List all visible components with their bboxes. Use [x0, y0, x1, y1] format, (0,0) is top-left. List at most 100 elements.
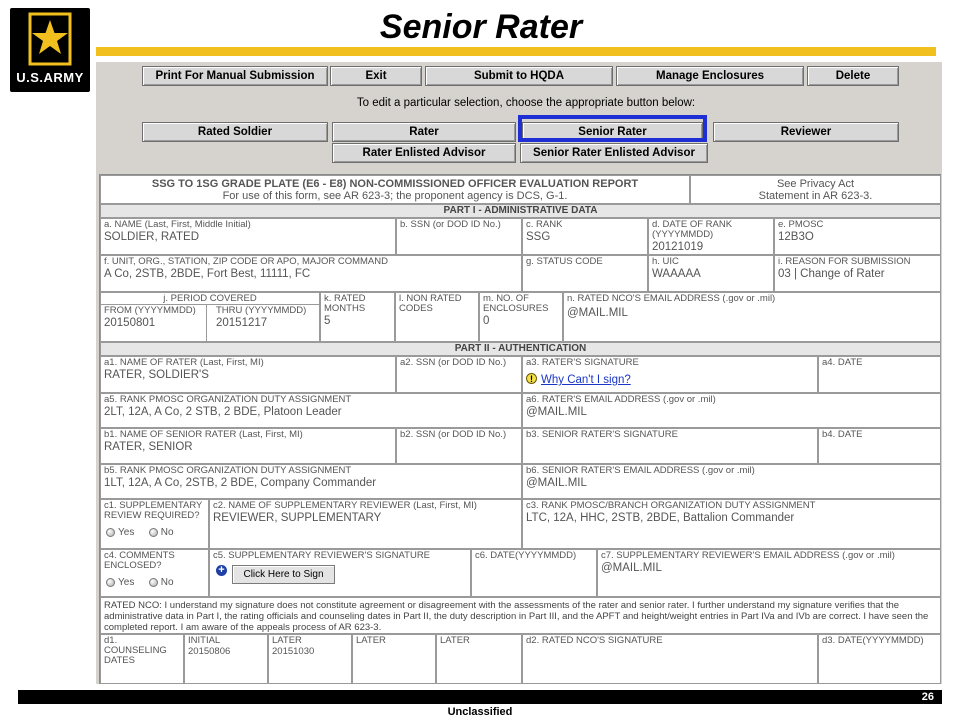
print-manual-button[interactable]: Print For Manual Submission — [142, 66, 328, 86]
rater-signature-cell: a3. RATER'S SIGNATURE ! Why Can't I sign? — [522, 356, 818, 393]
unit-label: f. UNIT, ORG., STATION, ZIP CODE OR APO,… — [104, 256, 388, 267]
footer-bar: 26 — [18, 690, 942, 704]
supplementary-review-label: c1. SUPPLEMENTARY REVIEW REQUIRED? — [104, 500, 203, 521]
form-title-cell: SSG TO 1SG GRADE PLATE (E6 - E8) NON-COM… — [100, 175, 690, 204]
rater-ssn-label: a2. SSN (or DOD ID No.) — [400, 357, 507, 368]
evaluation-app: Print For Manual Submission Exit Submit … — [96, 62, 942, 684]
rank-label: c. RANK — [526, 219, 563, 230]
gold-divider — [96, 47, 936, 56]
privacy-line-2: Statement in AR 623-3. — [758, 190, 873, 202]
tab-rater[interactable]: Rater — [332, 122, 516, 142]
senior-rater-signature-cell: b3. SENIOR RATER'S SIGNATURE — [522, 428, 818, 464]
senior-rater-name-label: b1. NAME OF SENIOR RATER (Last, First, M… — [104, 429, 303, 440]
period-label: j. PERIOD COVERED — [101, 293, 319, 305]
later-counseling-cell-2: LATER — [352, 634, 436, 684]
senior-rater-email-value: @MAIL.MIL — [526, 477, 587, 489]
nco-email-value: @MAIL.MIL — [567, 307, 628, 319]
form-title: SSG TO 1SG GRADE PLATE (E6 - E8) NON-COM… — [151, 178, 639, 190]
senior-rater-assignment-value: 1LT, 12A, A Co, 2STB, 2 BDE, Company Com… — [104, 477, 377, 489]
senior-rater-ssn-label: b2. SSN (or DOD ID No.) — [400, 429, 507, 440]
nco-date-cell: d3. DATE(YYYYMMDD) — [818, 634, 941, 684]
reason-value: 03 | Change of Rater — [778, 268, 885, 280]
nco-email-label: n. RATED NCO'S EMAIL ADDRESS (.gov or .m… — [567, 293, 776, 304]
ncoer-form: SSG TO 1SG GRADE PLATE (E6 - E8) NON-COM… — [99, 174, 941, 684]
nco-statement-text: RATED NCO: I understand my signature doe… — [104, 600, 929, 633]
why-cant-i-sign-link[interactable]: Why Can't I sign? — [541, 374, 631, 386]
supplementary-signature-cell: c5. SUPPLEMENTARY REVIEWER'S SIGNATURE +… — [209, 549, 471, 597]
submit-hqda-button[interactable]: Submit to HQDA — [425, 66, 613, 86]
comments-no-radio[interactable] — [148, 578, 158, 588]
nco-date-label: d3. DATE(YYYYMMDD) — [822, 635, 924, 646]
tab-rated-soldier[interactable]: Rated Soldier — [142, 122, 328, 142]
supplementary-reviewer-assignment-cell: c3. RANK PMOSC/BRANCH ORGANIZATION DUTY … — [522, 499, 941, 549]
tab-senior-rater-enlisted-advisor[interactable]: Senior Rater Enlisted Advisor — [520, 143, 708, 163]
dor-label: d. DATE OF RANK (YYYYMMDD) — [652, 219, 733, 240]
enclosures-cell: m. NO. OF ENCLOSURES 0 — [479, 292, 563, 342]
pmosc-value: 12B3O — [778, 231, 814, 243]
senior-rater-signature-label: b3. SENIOR RATER'S SIGNATURE — [526, 429, 678, 440]
click-here-to-sign-button[interactable]: Click Here to Sign — [232, 565, 335, 584]
warning-icon: ! — [526, 373, 537, 385]
status-label: g. STATUS CODE — [526, 256, 603, 267]
rater-date-cell: a4. DATE — [818, 356, 941, 393]
later-label-1: LATER — [272, 635, 302, 646]
privacy-line-1: See Privacy Act — [776, 178, 855, 190]
name-cell: a. NAME (Last, First, Middle Initial) SO… — [100, 218, 396, 255]
from-label: FROM (YYYYMMDD) — [104, 305, 196, 316]
pmosc-cell: e. PMOSC 12B3O — [774, 218, 941, 255]
senior-rater-date-cell: b4. DATE — [818, 428, 941, 464]
supplementary-date-cell: c6. DATE(YYYYMMDD) — [471, 549, 597, 597]
supplementary-reviewer-assignment-value: LTC, 12A, HHC, 2STB, 2BDE, Battalion Com… — [526, 512, 795, 524]
from-value: 20150801 — [104, 317, 156, 329]
supplementary-reviewer-name-label: c2. NAME OF SUPPLEMENTARY REVIEWER (Last… — [213, 500, 477, 511]
enclosures-label: m. NO. OF ENCLOSURES — [483, 293, 549, 314]
senior-rater-assignment-label: b5. RANK PMOSC ORGANIZATION DUTY ASSIGNM… — [104, 465, 352, 476]
tab-reviewer[interactable]: Reviewer — [713, 122, 899, 142]
senior-rater-email-label: b6. SENIOR RATER'S EMAIL ADDRESS (.gov o… — [526, 465, 755, 476]
comments-yes-radio[interactable] — [106, 578, 115, 588]
supplementary-reviewer-name-cell: c2. NAME OF SUPPLEMENTARY REVIEWER (Last… — [209, 499, 522, 549]
rater-name-value: RATER, SOLDIER'S — [104, 369, 209, 381]
no-radio[interactable] — [148, 528, 158, 538]
rater-signature-label: a3. RATER'S SIGNATURE — [526, 357, 639, 368]
exit-button[interactable]: Exit — [330, 66, 422, 86]
nonrated-label: l. NON RATED CODES — [399, 293, 462, 314]
no-label: No — [160, 527, 174, 539]
later-value-1: 20151030 — [272, 646, 315, 657]
delete-button[interactable]: Delete — [807, 66, 899, 86]
nco-signature-label: d2. RATED NCO'S SIGNATURE — [526, 635, 663, 646]
selection-highlight — [518, 115, 707, 142]
yes-radio[interactable] — [106, 528, 115, 538]
senior-rater-ssn-cell: b2. SSN (or DOD ID No.) — [396, 428, 522, 464]
name-label: a. NAME (Last, First, Middle Initial) — [104, 219, 251, 230]
comments-enclosed-cell: c4. COMMENTS ENCLOSED? Yes No — [100, 549, 209, 597]
ssn-cell: b. SSN (or DOD ID No.) — [396, 218, 522, 255]
nco-statement-cell: RATED NCO: I understand my signature doe… — [100, 597, 941, 634]
nco-signature-cell: d2. RATED NCO'S SIGNATURE — [522, 634, 818, 684]
initial-label: INITIAL — [188, 635, 221, 646]
supplementary-signature-label: c5. SUPPLEMENTARY REVIEWER'S SIGNATURE — [213, 550, 431, 561]
slide-title: Senior Rater — [379, 8, 583, 46]
unit-cell: f. UNIT, ORG., STATION, ZIP CODE OR APO,… — [100, 255, 522, 292]
part1-header: PART I - ADMINISTRATIVE DATA — [100, 204, 941, 218]
privacy-cell: See Privacy Act Statement in AR 623-3. — [690, 175, 941, 204]
thru-label: THRU (YYYYMMDD) — [216, 305, 307, 316]
months-value: 5 — [324, 315, 331, 327]
tab-rater-enlisted-advisor[interactable]: Rater Enlisted Advisor — [332, 143, 516, 163]
uic-cell: h. UIC WAAAAA — [648, 255, 774, 292]
rater-assignment-value: 2LT, 12A, A Co, 2 STB, 2 BDE, Platoon Le… — [104, 406, 342, 418]
date-of-rank-cell: d. DATE OF RANK (YYYYMMDD) 20121019 — [648, 218, 774, 255]
form-subtitle: For use of this form, see AR 623-3; the … — [222, 190, 568, 202]
reason-label: i. REASON FOR SUBMISSION — [778, 256, 911, 267]
initial-value: 20150806 — [188, 646, 231, 657]
ssn-label: b. SSN (or DOD ID No.) — [400, 219, 501, 230]
status-cell: g. STATUS CODE — [522, 255, 648, 292]
supplementary-email-cell: c7. SUPPLEMENTARY REVIEWER'S EMAIL ADDRE… — [597, 549, 941, 597]
manage-enclosures-button[interactable]: Manage Enclosures — [616, 66, 804, 86]
classification-label: Unclassified — [447, 706, 513, 718]
yes-label: Yes — [118, 527, 135, 539]
nco-email-cell: n. RATED NCO'S EMAIL ADDRESS (.gov or .m… — [563, 292, 941, 342]
rank-value: SSG — [526, 231, 551, 243]
comments-no-label: No — [160, 577, 174, 589]
comments-enclosed-label: c4. COMMENTS ENCLOSED? — [104, 550, 175, 571]
